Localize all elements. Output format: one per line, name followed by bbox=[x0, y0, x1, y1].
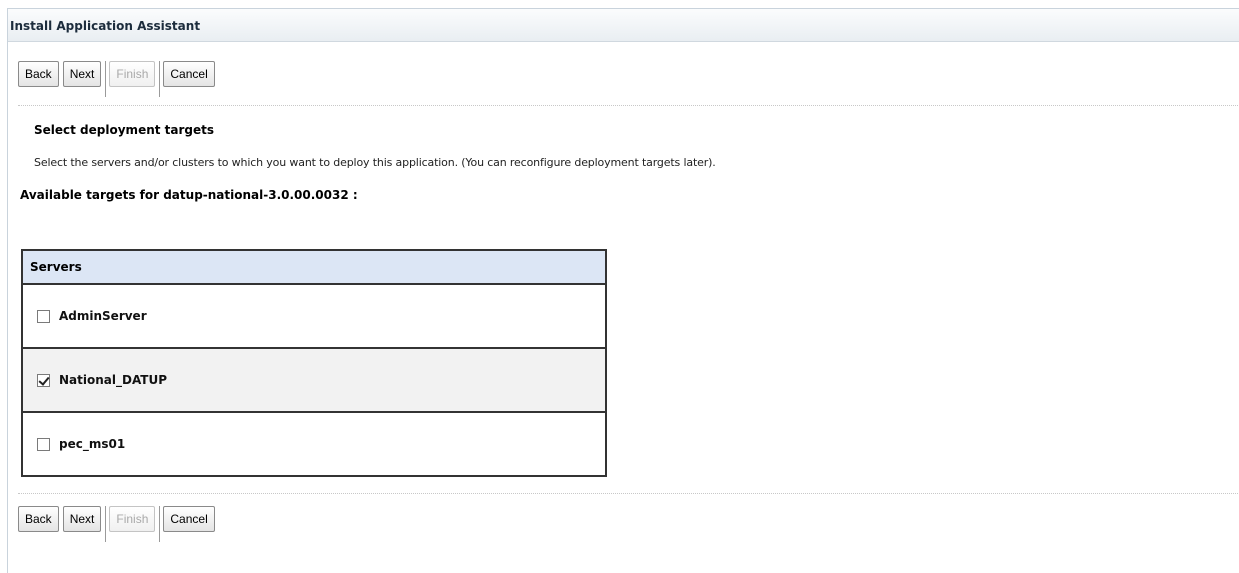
button-separator bbox=[105, 61, 107, 97]
table-row: AdminServer bbox=[23, 285, 605, 349]
table-row: National_DATUP bbox=[23, 349, 605, 413]
available-targets-label: Available targets for datup-national-3.0… bbox=[20, 188, 358, 202]
section-description: Select the servers and/or clusters to wh… bbox=[34, 156, 716, 169]
server-label: pec_ms01 bbox=[59, 437, 126, 451]
button-separator bbox=[159, 506, 161, 542]
back-button[interactable]: Back bbox=[18, 506, 59, 532]
next-button[interactable]: Next bbox=[62, 506, 102, 532]
cancel-button[interactable]: Cancel bbox=[163, 61, 215, 87]
servers-table: Servers AdminServer National_DATUP pec_m… bbox=[21, 249, 607, 477]
next-button[interactable]: Next bbox=[62, 61, 102, 87]
finish-button: Finish bbox=[109, 506, 156, 532]
server-checkbox-pec-ms01[interactable] bbox=[37, 437, 50, 451]
server-label: AdminServer bbox=[59, 309, 147, 323]
panel-title: Install Application Assistant bbox=[10, 19, 201, 33]
cancel-button[interactable]: Cancel bbox=[163, 506, 215, 532]
bottom-button-bar: Back Next Finish Cancel bbox=[18, 506, 219, 542]
top-button-bar: Back Next Finish Cancel bbox=[18, 61, 219, 97]
title-bar: Install Application Assistant bbox=[8, 9, 1239, 42]
server-label: National_DATUP bbox=[59, 373, 168, 387]
table-row: pec_ms01 bbox=[23, 413, 605, 475]
button-separator bbox=[159, 61, 161, 97]
back-button[interactable]: Back bbox=[18, 61, 59, 87]
divider bbox=[18, 493, 1238, 494]
assistant-panel: Install Application Assistant Back Next … bbox=[7, 8, 1239, 573]
section-heading: Select deployment targets bbox=[34, 123, 215, 137]
server-checkbox-national-datup[interactable] bbox=[37, 373, 50, 387]
button-separator bbox=[105, 506, 107, 542]
servers-column-header: Servers bbox=[23, 251, 605, 285]
finish-button: Finish bbox=[109, 61, 156, 87]
server-checkbox-adminserver[interactable] bbox=[37, 309, 50, 323]
divider bbox=[18, 105, 1238, 106]
